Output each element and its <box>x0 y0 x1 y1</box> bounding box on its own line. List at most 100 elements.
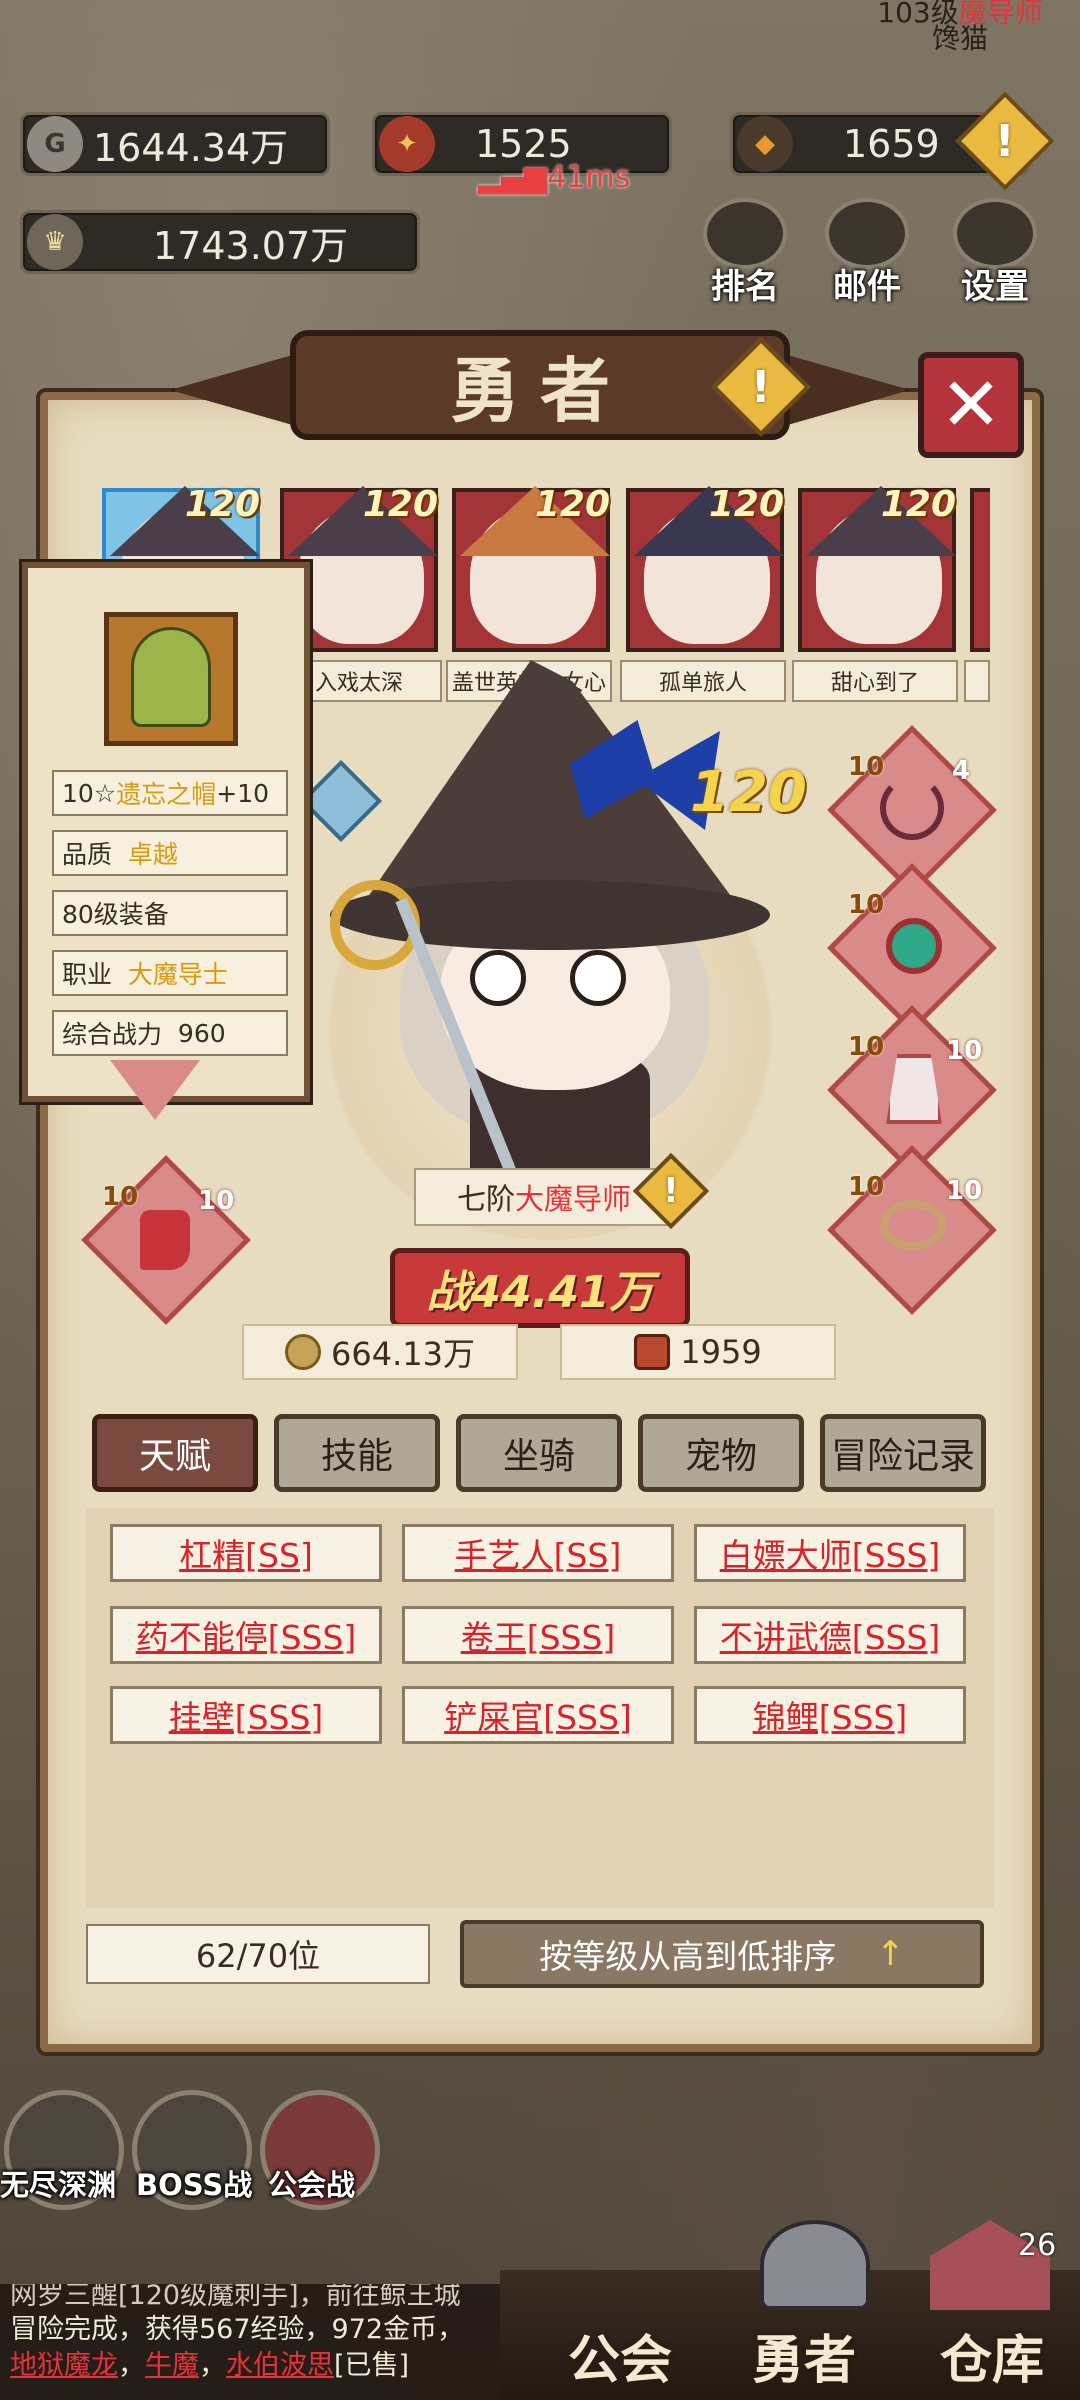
quality-label: 品质 <box>62 840 113 869</box>
talent-item[interactable]: 挂壁[SSS] <box>110 1686 382 1744</box>
hero-level: 120 <box>690 760 807 825</box>
hero-card-level: 120 <box>362 484 438 525</box>
gem-icon: ◆ <box>737 116 793 172</box>
player-name: 馋猫 <box>931 22 988 55</box>
mail-label: 邮件 <box>833 267 901 307</box>
power-prefix: 战 <box>426 1267 471 1318</box>
hero-card-4[interactable]: 120 <box>626 484 784 652</box>
gold-value: 1644.34万 <box>93 125 289 170</box>
loot-item-3[interactable]: 水伯波思 <box>226 2350 334 2381</box>
equip-tooltip: 10☆ 遗忘之帽 +10 品质 卓越 80级装备 职业 大魔导士 综合战力 960 <box>22 562 310 1102</box>
equip-stars: 10☆ <box>62 778 117 808</box>
hero-card-name-4: 孤单旅人 <box>620 660 786 702</box>
hero-card-5[interactable]: 120 <box>798 484 956 652</box>
talent-item[interactable]: 不讲武德[SSS] <box>694 1606 966 1664</box>
gem-value: 1659 <box>843 122 940 166</box>
slot-star-4: 10 <box>848 1172 885 1202</box>
talent-item[interactable]: 杠精[SS] <box>110 1524 382 1582</box>
chat-log[interactable]: 网罗三醒[120级魔刺手]，前往鲸王城 冒险完成，获得567经验，972金币， … <box>0 2284 500 2400</box>
tab-skill[interactable]: 技能 <box>274 1414 440 1492</box>
slot-star-2: 10 <box>848 890 885 920</box>
hero-count: 62/70位 <box>86 1924 430 1984</box>
top-right-player: 103级魔导师 馋猫 <box>840 0 1080 56</box>
nav-warehouse[interactable]: 仓库 <box>940 2318 1044 2393</box>
gold-bar[interactable]: G 1644.34万 <box>20 112 330 176</box>
mail-button[interactable]: 邮件 <box>812 198 922 308</box>
power-crest-icon: ♛ <box>27 214 83 270</box>
talent-item[interactable]: 铲屎官[SSS] <box>402 1686 674 1744</box>
equip-name: 遗忘之帽 <box>116 780 217 809</box>
guild-war-label: 公会战 <box>268 2168 356 2202</box>
hero-card-name-6-partial <box>964 660 990 702</box>
hero-card-level: 120 <box>534 484 610 525</box>
tab-pet-label: 宠物 <box>684 1436 757 1477</box>
settings-button[interactable]: 设置 <box>940 198 1050 308</box>
boots-icon <box>140 1210 190 1270</box>
rank-button[interactable]: 排名 <box>690 198 800 308</box>
tab-adventure-log[interactable]: 冒险记录 <box>820 1414 986 1492</box>
settings-label: 设置 <box>961 267 1029 307</box>
hero-rank-bar: 七阶 大魔导师 <box>414 1168 674 1226</box>
talent-item[interactable]: 卷王[SSS] <box>402 1606 674 1664</box>
total-power-value: 1743.07万 <box>153 223 349 268</box>
equip-power-row: 综合战力 960 <box>52 1010 288 1056</box>
tab-talent-label: 天赋 <box>138 1436 211 1477</box>
power-value: 960 <box>177 1018 226 1048</box>
equip-quality-row: 品质 卓越 <box>52 830 288 876</box>
hero-eye-right <box>570 950 626 1006</box>
close-button[interactable]: ✕ <box>918 352 1024 458</box>
slot-star-left: 10 <box>102 1182 139 1212</box>
sort-button[interactable]: 按等级从高到低排序 ↑ <box>460 1920 984 1988</box>
slot-star-3: 10 <box>848 1032 885 1062</box>
talent-item[interactable]: 白嫖大师[SSS] <box>694 1524 966 1582</box>
equip-hat-icon <box>104 612 238 746</box>
hero-gold-box: 664.13万 <box>242 1324 518 1380</box>
hero-card-level: 120 <box>184 484 260 525</box>
hero-power-banner: 战 44.41万 <box>390 1248 690 1328</box>
hero-card-6-partial[interactable] <box>970 488 990 652</box>
talent-item[interactable]: 手艺人[SS] <box>402 1524 674 1582</box>
boss-battle-label: BOSS战 <box>136 2168 253 2202</box>
hero-card-3[interactable]: 120 <box>452 484 610 652</box>
nav-guild[interactable]: 公会 <box>568 2318 672 2393</box>
endless-abyss-label: 无尽深渊 <box>0 2168 117 2202</box>
hero-gold-value: 664.13万 <box>331 1335 475 1373</box>
hero-eye-left <box>470 950 526 1006</box>
loot-item-1[interactable]: 地狱魔龙 <box>10 2350 118 2381</box>
tab-talent[interactable]: 天赋 <box>92 1414 258 1492</box>
chat-line-3: 地狱魔龙，牛魔，水伯波思[已售] <box>10 2350 410 2381</box>
ping-indicator: ▂▄▆41ms <box>478 160 630 195</box>
rank-prefix: 七阶 <box>456 1182 515 1216</box>
crest-shield-icon: ✦ <box>379 116 435 172</box>
gold-coin-icon <box>285 1334 321 1370</box>
tab-pet[interactable]: 宠物 <box>638 1414 804 1492</box>
total-power-bar[interactable]: ♛ 1743.07万 <box>20 210 420 274</box>
necklace-icon <box>880 776 944 840</box>
tab-adventure-log-label: 冒险记录 <box>830 1436 975 1477</box>
bracelet-icon <box>880 1200 946 1250</box>
slot-enh-1: 4 <box>952 756 971 786</box>
warehouse-badge: 26 <box>1018 2228 1057 2263</box>
tab-mount-label: 坐骑 <box>502 1436 575 1477</box>
nav-hero[interactable]: 勇者 <box>752 2318 856 2393</box>
equip-level: 80级装备 <box>62 900 169 929</box>
hero-power-value: 44.41万 <box>470 1267 654 1318</box>
rank-class: 大魔导师 <box>515 1182 632 1216</box>
equip-enhance: +10 <box>216 778 270 808</box>
ping-value: 41ms <box>547 160 631 195</box>
ring-icon <box>886 918 942 974</box>
tab-skill-label: 技能 <box>320 1436 393 1477</box>
close-icon: ✕ <box>939 362 1002 448</box>
talent-item[interactable]: 锦鲤[SSS] <box>694 1686 966 1744</box>
equip-level-row: 80级装备 <box>52 890 288 936</box>
signal-icon: ▂▄▆ <box>478 160 548 195</box>
crest-icon <box>634 1334 671 1370</box>
gold-coin-icon: G <box>27 116 83 172</box>
power-label: 综合战力 <box>62 1020 163 1049</box>
slot-enh-4: 10 <box>946 1176 983 1206</box>
tab-mount[interactable]: 坐骑 <box>456 1414 622 1492</box>
talent-item[interactable]: 药不能停[SSS] <box>110 1606 382 1664</box>
hero-crest-value: 1959 <box>680 1333 762 1371</box>
loot-item-2[interactable]: 牛魔 <box>145 2350 199 2381</box>
slot-enh-left: 10 <box>198 1186 235 1216</box>
